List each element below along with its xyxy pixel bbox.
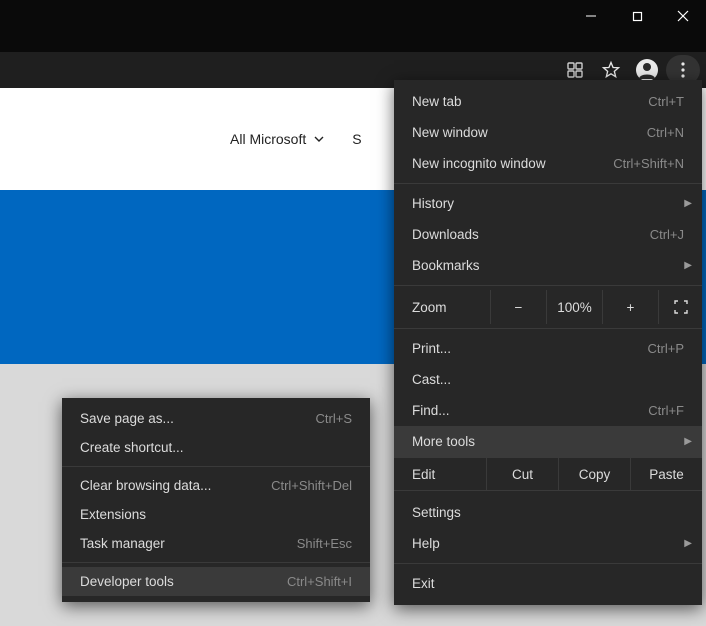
menu-label: New incognito window [412,156,613,171]
paste-button[interactable]: Paste [630,458,702,490]
submenu-item-create-shortcut[interactable]: Create shortcut... [62,433,370,462]
menu-edit-row: Edit Cut Copy Paste [394,457,702,491]
all-microsoft-label: All Microsoft [230,131,306,147]
menu-item-help[interactable]: Help ▶ [394,528,702,559]
menu-label: Help [412,536,684,551]
edit-label: Edit [394,467,486,482]
plus-icon: + [627,300,635,315]
submenu-separator [62,466,370,467]
menu-label: More tools [412,434,684,449]
chevron-right-icon: ▶ [684,538,692,549]
menu-shortcut: Ctrl+J [650,227,684,242]
menu-item-more-tools[interactable]: More tools ▶ [394,426,702,457]
menu-item-bookmarks[interactable]: Bookmarks ▶ [394,250,702,281]
submenu-shortcut: Ctrl+Shift+Del [271,478,352,493]
menu-shortcut: Ctrl+F [648,403,684,418]
menu-item-print[interactable]: Print... Ctrl+P [394,333,702,364]
search-fragment: S [352,131,361,147]
submenu-item-extensions[interactable]: Extensions [62,500,370,529]
zoom-in-button[interactable]: + [602,290,658,324]
menu-item-downloads[interactable]: Downloads Ctrl+J [394,219,702,250]
zoom-value: 100% [546,290,602,324]
submenu-shortcut: Shift+Esc [297,536,352,551]
menu-label: Print... [412,341,648,356]
paste-label: Paste [649,467,684,482]
menu-item-new-incognito[interactable]: New incognito window Ctrl+Shift+N [394,148,702,179]
submenu-label: Clear browsing data... [80,478,271,493]
submenu-separator [62,562,370,563]
menu-separator [394,328,702,329]
chevron-right-icon: ▶ [684,260,692,271]
menu-separator [394,285,702,286]
zoom-percent: 100% [557,300,592,315]
cut-button[interactable]: Cut [486,458,558,490]
close-button[interactable] [660,0,706,32]
chevron-down-icon [314,136,324,142]
submenu-label: Save page as... [80,411,316,426]
chevron-right-icon: ▶ [684,436,692,447]
chevron-right-icon: ▶ [684,198,692,209]
zoom-out-button[interactable]: − [490,290,546,324]
menu-label: History [412,196,684,211]
menu-label: Exit [412,576,684,591]
submenu-label: Create shortcut... [80,440,352,455]
submenu-item-task-manager[interactable]: Task manager Shift+Esc [62,529,370,558]
menu-label: Bookmarks [412,258,684,273]
menu-label: New tab [412,94,648,109]
menu-label: Find... [412,403,648,418]
menu-item-new-window[interactable]: New window Ctrl+N [394,117,702,148]
menu-shortcut: Ctrl+P [648,341,684,356]
zoom-label: Zoom [394,300,490,315]
minimize-button[interactable] [568,0,614,32]
cut-label: Cut [512,467,533,482]
submenu-shortcut: Ctrl+S [316,411,352,426]
menu-item-history[interactable]: History ▶ [394,188,702,219]
menu-zoom-row: Zoom − 100% + [394,290,702,324]
minus-icon: − [515,300,523,315]
menu-separator [394,183,702,184]
menu-separator [394,563,702,564]
menu-item-settings[interactable]: Settings [394,497,702,528]
menu-item-find[interactable]: Find... Ctrl+F [394,395,702,426]
menu-label: Cast... [412,372,684,387]
submenu-label: Developer tools [80,574,287,589]
fullscreen-button[interactable] [658,290,702,324]
maximize-button[interactable] [614,0,660,32]
more-tools-submenu: Save page as... Ctrl+S Create shortcut..… [62,398,370,602]
copy-label: Copy [579,467,611,482]
menu-label: New window [412,125,647,140]
menu-shortcut: Ctrl+Shift+N [613,156,684,171]
submenu-label: Task manager [80,536,297,551]
window-titlebar [0,0,706,32]
menu-item-cast[interactable]: Cast... [394,364,702,395]
copy-button[interactable]: Copy [558,458,630,490]
submenu-item-clear-browsing[interactable]: Clear browsing data... Ctrl+Shift+Del [62,471,370,500]
submenu-item-save-page[interactable]: Save page as... Ctrl+S [62,404,370,433]
menu-item-exit[interactable]: Exit [394,568,702,599]
submenu-item-developer-tools[interactable]: Developer tools Ctrl+Shift+I [62,567,370,596]
chrome-main-menu: New tab Ctrl+T New window Ctrl+N New inc… [394,80,702,605]
menu-label: Downloads [412,227,650,242]
menu-label: Settings [412,505,684,520]
menu-shortcut: Ctrl+T [648,94,684,109]
menu-shortcut: Ctrl+N [647,125,684,140]
submenu-label: Extensions [80,507,352,522]
all-microsoft-dropdown[interactable]: All Microsoft [230,131,324,147]
submenu-shortcut: Ctrl+Shift+I [287,574,352,589]
fullscreen-icon [674,300,688,314]
menu-item-new-tab[interactable]: New tab Ctrl+T [394,86,702,117]
tab-strip [0,32,706,52]
